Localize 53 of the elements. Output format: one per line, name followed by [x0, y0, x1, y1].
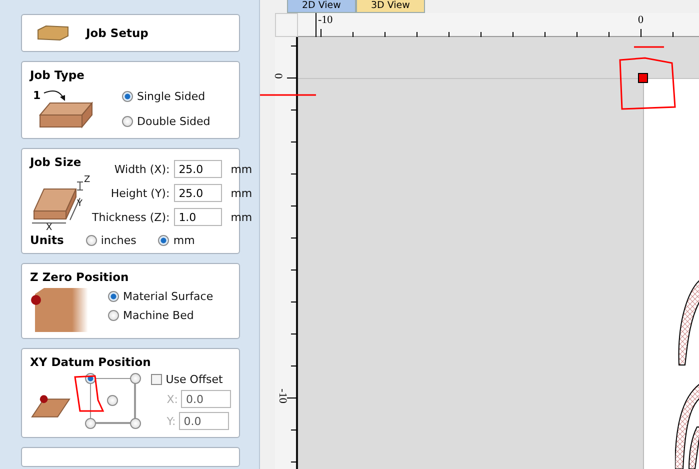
dimension-field[interactable]: 1.0: [174, 208, 222, 226]
units-label: Units: [30, 233, 64, 247]
view-tab[interactable]: 3D View: [356, 0, 425, 13]
frame-outline: [90, 378, 136, 424]
radio-button[interactable]: [122, 91, 133, 102]
datum-radio-button[interactable]: [130, 373, 142, 384]
material-corner-drawing: [30, 286, 90, 332]
field-label: X:: [166, 392, 178, 406]
job-type-option[interactable]: Double Sided: [122, 115, 210, 128]
radio-button[interactable]: [122, 116, 133, 127]
radio-button[interactable]: [108, 310, 119, 321]
ruler-label: 0: [638, 14, 644, 26]
datum-radio-button[interactable]: [107, 395, 118, 406]
units-option[interactable]: inches: [86, 234, 136, 246]
ruler-label: 0: [272, 73, 284, 79]
z-zero-option[interactable]: Machine Bed: [108, 309, 214, 322]
dimension-field[interactable]: 25.0: [174, 184, 222, 202]
radio-button[interactable]: [86, 234, 97, 246]
unit-label: mm: [230, 210, 252, 224]
material-block-icon: [36, 24, 70, 42]
field-label: Width (X):: [113, 162, 170, 176]
dimension-field[interactable]: 25.0: [174, 160, 222, 178]
section-title: Job Type: [30, 68, 86, 82]
ruler-label: -10: [276, 388, 288, 404]
origin-marker: [638, 73, 648, 83]
job-setup-button[interactable]: Job Setup: [21, 14, 240, 52]
radio-button[interactable]: [108, 291, 119, 302]
field-label: Thickness (Z):: [92, 210, 170, 224]
annotation-outline: [74, 375, 104, 412]
section-title: Z Zero Position: [30, 270, 130, 284]
axis-label: Z: [84, 175, 90, 185]
ruler-label: -10: [318, 14, 333, 26]
radio-button[interactable]: [158, 234, 170, 246]
datum-radio-button[interactable]: [85, 418, 96, 429]
job-type-option[interactable]: Single Sided: [122, 90, 210, 103]
annotation-stroke: [634, 46, 664, 48]
checkbox[interactable]: [150, 374, 162, 385]
axis-label: X: [46, 223, 52, 233]
unit-label: mm: [230, 162, 252, 176]
annotation-stroke: [260, 94, 316, 96]
annotation-outline: [619, 57, 676, 110]
section-title: XY Datum Position: [30, 355, 152, 369]
field-label: Y:: [166, 414, 176, 428]
step-label: 1: [33, 89, 41, 102]
units-option[interactable]: mm: [158, 234, 195, 246]
unit-label: mm: [230, 186, 252, 200]
datum-radio-button[interactable]: [130, 418, 142, 429]
use-offset-checkbox[interactable]: Use Offset: [150, 373, 231, 386]
z-zero-option[interactable]: Material Surface: [108, 290, 214, 303]
field-label: Height (Y):: [110, 186, 170, 200]
section-title: Job Size: [30, 155, 82, 169]
axis-label: Y: [77, 199, 82, 209]
view-tab[interactable]: 2D View: [287, 0, 356, 13]
